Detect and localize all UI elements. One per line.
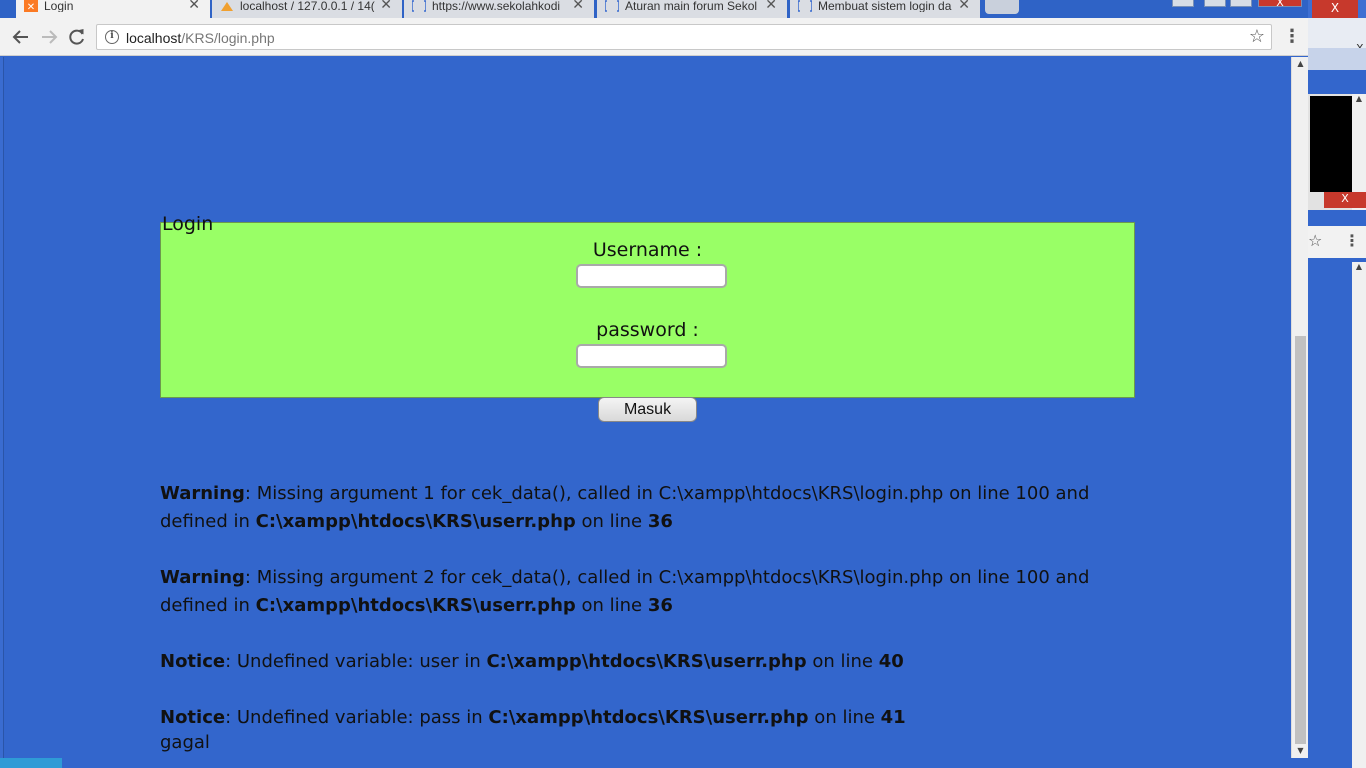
url-host: localhost xyxy=(126,30,182,46)
phpmyadmin-icon xyxy=(220,0,234,12)
error-mid: on line xyxy=(575,595,648,616)
svg-text:✕: ✕ xyxy=(27,2,35,12)
error-message: Notice: Undefined variable: user in C:\x… xyxy=(160,648,1160,676)
window-close-button[interactable]: X xyxy=(1258,0,1302,8)
error-file: C:\xampp\htdocs\KRS\userr.php xyxy=(255,511,576,532)
tab-phpmyadmin[interactable]: localhost / 127.0.0.1 / 14( ✕ xyxy=(212,0,402,18)
tab-label: Aturan main forum Sekol xyxy=(625,0,758,12)
error-mid: on line xyxy=(575,511,648,532)
menu-icon[interactable]: ⋮ xyxy=(1283,26,1301,48)
url-text[interactable]: localhost/KRS/login.php xyxy=(126,30,275,46)
tab-label: Membuat sistem login da xyxy=(818,0,952,12)
error-text: : Undefined variable: pass in xyxy=(225,707,489,728)
reload-icon xyxy=(69,29,84,45)
error-level: Warning xyxy=(160,483,245,504)
error-file: C:\xampp\htdocs\KRS\userr.php xyxy=(486,651,807,672)
login-result-text: gagal xyxy=(160,732,210,753)
tab-label: localhost / 127.0.0.1 / 14( xyxy=(240,0,375,12)
password-label: password : xyxy=(596,319,699,341)
error-message: Warning: Missing argument 1 for cek_data… xyxy=(160,480,1160,536)
close-icon[interactable]: ✕ xyxy=(958,0,970,11)
bookmark-star-icon[interactable]: ☆ xyxy=(1249,26,1265,47)
page-icon xyxy=(797,0,813,12)
tab-sistem-login[interactable]: Membuat sistem login da ✕ xyxy=(790,0,980,18)
browser-toolbar: i localhost/KRS/login.php ☆ ⋮ xyxy=(0,18,1308,56)
masuk-button[interactable]: Masuk xyxy=(598,397,697,422)
info-icon[interactable]: i xyxy=(105,30,119,44)
error-level: Notice xyxy=(160,651,226,672)
maximize-button[interactable] xyxy=(1230,0,1252,7)
forward-arrow-icon xyxy=(42,30,58,44)
page-icon xyxy=(411,0,427,12)
error-line-number: 36 xyxy=(647,595,673,616)
scroll-up-icon[interactable]: ▲ xyxy=(1292,57,1309,71)
close-icon[interactable]: ✕ xyxy=(188,0,200,11)
new-tab-button[interactable] xyxy=(985,0,1019,14)
xampp-icon: ✕ xyxy=(24,0,38,13)
tab-aturan-forum[interactable]: Aturan main forum Sekol ✕ xyxy=(597,0,787,18)
error-text: : Undefined variable: user in xyxy=(225,651,487,672)
php-error-list: Warning: Missing argument 1 for cek_data… xyxy=(160,480,1160,732)
background-window: X X ▲ X ☆ ⋮ ▲ xyxy=(1308,0,1366,768)
password-input[interactable] xyxy=(576,344,727,368)
background-scrollbar[interactable]: ▲ xyxy=(1352,262,1366,768)
error-message: Notice: Undefined variable: pass in C:\x… xyxy=(160,704,1160,732)
minimize-button[interactable] xyxy=(1204,0,1226,7)
error-level: Notice xyxy=(160,707,226,728)
background-window-strip xyxy=(1308,48,1366,70)
bookmark-star-icon[interactable]: ☆ xyxy=(1308,231,1322,250)
close-icon[interactable]: ✕ xyxy=(380,0,392,11)
error-line-number: 36 xyxy=(647,511,673,532)
tab-label: Login xyxy=(44,0,74,12)
background-window-titlebar: X xyxy=(1308,0,1366,18)
tab-sekolahkoding[interactable]: https://www.sekolahkodi ✕ xyxy=(404,0,594,18)
page-viewport: Username : password : Login Masuk Warnin… xyxy=(4,57,1291,768)
error-file: C:\xampp\htdocs\KRS\userr.php xyxy=(255,595,576,616)
back-arrow-icon xyxy=(12,30,28,44)
login-legend: Login xyxy=(162,213,214,235)
address-bar[interactable]: i localhost/KRS/login.php ☆ xyxy=(96,24,1272,50)
error-file: C:\xampp\htdocs\KRS\userr.php xyxy=(488,707,809,728)
error-mid: on line xyxy=(806,651,879,672)
close-icon[interactable]: ✕ xyxy=(572,0,584,11)
scrollbar-thumb[interactable] xyxy=(1295,336,1306,744)
tab-strip: ✕ Login ✕ localhost / 127.0.0.1 / 14( ✕ … xyxy=(0,0,1308,18)
page-scrollbar[interactable]: ▲ ▼ xyxy=(1291,57,1308,758)
error-line-number: 41 xyxy=(880,707,906,728)
username-input[interactable] xyxy=(576,264,727,288)
window-controls: X xyxy=(1168,0,1308,10)
taskbar-fragment xyxy=(0,758,62,768)
background-browser-toolbar: ☆ ⋮ xyxy=(1308,226,1366,258)
error-mid: on line xyxy=(808,707,881,728)
background-subwindow: ▲ X xyxy=(1308,94,1366,210)
tab-login[interactable]: ✕ Login ✕ xyxy=(16,0,210,18)
login-form: Username : password : xyxy=(160,222,1135,398)
background-window-toolbar: X xyxy=(1308,18,1366,55)
close-icon[interactable]: ✕ xyxy=(765,0,777,11)
user-icon[interactable] xyxy=(1172,0,1194,7)
error-message: Warning: Missing argument 2 for cek_data… xyxy=(160,564,1160,620)
tab-label: https://www.sekolahkodi xyxy=(432,0,561,12)
forward-button[interactable] xyxy=(38,26,60,48)
back-button[interactable] xyxy=(10,26,32,48)
reload-button[interactable] xyxy=(66,26,88,48)
scroll-down-icon[interactable]: ▼ xyxy=(1292,744,1309,758)
username-label: Username : xyxy=(592,239,703,261)
url-path: /KRS/login.php xyxy=(181,30,275,46)
error-level: Warning xyxy=(160,567,245,588)
console-area xyxy=(1310,96,1352,192)
page-icon xyxy=(604,0,620,12)
error-line-number: 40 xyxy=(878,651,904,672)
background-window-close-button[interactable]: X xyxy=(1312,0,1358,18)
menu-icon[interactable]: ⋮ xyxy=(1344,231,1360,250)
page-content: Username : password : Login Masuk Warnin… xyxy=(4,57,1291,768)
subwindow-close-button[interactable]: X xyxy=(1324,192,1366,208)
